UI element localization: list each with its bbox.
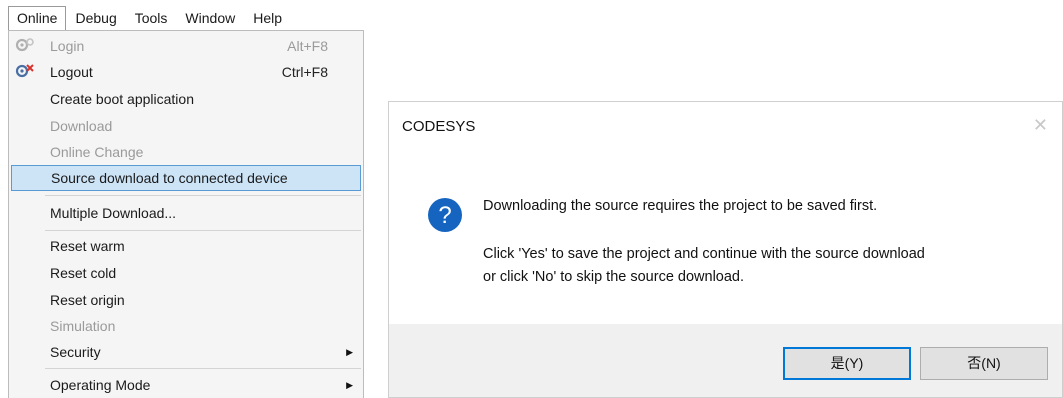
menu-item-source-download[interactable]: Source download to connected device — [11, 165, 361, 191]
menu-item-label: Operating Mode — [50, 377, 151, 393]
menu-item-logout[interactable]: Logout Ctrl+F8 — [9, 59, 363, 85]
menu-help[interactable]: Help — [244, 6, 291, 30]
close-icon[interactable]: ✕ — [1033, 116, 1048, 134]
question-icon: ? — [428, 198, 462, 232]
menu-item-label: Security — [50, 344, 101, 360]
menu-item-multiple-download[interactable]: Multiple Download... — [9, 200, 363, 226]
dialog-message-line-2: Click 'Yes' to save the project and cont… — [483, 246, 925, 262]
menu-item-label: Multiple Download... — [50, 205, 177, 221]
menu-item-label: Download — [50, 118, 113, 134]
menu-separator — [45, 368, 361, 369]
menu-item-shortcut: Alt+F8 — [287, 38, 328, 54]
menu-item-label: Reset origin — [50, 292, 125, 308]
menu-window[interactable]: Window — [176, 6, 244, 30]
menu-item-login[interactable]: Login Alt+F8 — [9, 33, 363, 59]
svg-text:?: ? — [438, 202, 451, 229]
menu-item-reset-origin[interactable]: Reset origin — [9, 287, 363, 313]
menu-separator — [45, 230, 361, 231]
menu-item-shortcut: Ctrl+F8 — [281, 64, 328, 80]
dialog-button-bar: 是(Y) 否(N) — [389, 324, 1062, 397]
submenu-arrow-icon: ▶ — [346, 380, 353, 390]
dialog-message-line-1: Downloading the source requires the proj… — [483, 198, 878, 214]
menu-item-security[interactable]: Security ▶ — [9, 339, 363, 365]
menu-item-label: Simulation — [50, 318, 116, 334]
menu-item-label: Online Change — [50, 144, 144, 160]
menu-item-operating-mode[interactable]: Operating Mode ▶ — [9, 372, 363, 398]
submenu-arrow-icon: ▶ — [346, 347, 353, 357]
menu-item-create-boot-application[interactable]: Create boot application — [9, 86, 363, 112]
menu-bar: Online Debug Tools Window Help — [8, 6, 366, 30]
codesys-dialog: CODESYS ✕ ? Downloading the source requi… — [388, 101, 1063, 398]
menu-item-label: Reset warm — [50, 238, 125, 254]
menu-item-reset-cold[interactable]: Reset cold — [9, 260, 363, 286]
yes-button[interactable]: 是(Y) — [783, 347, 911, 380]
menu-item-download[interactable]: Download — [9, 113, 363, 139]
menu-item-label: Create boot application — [50, 91, 194, 107]
menu-item-label: Login — [50, 38, 85, 54]
menu-debug[interactable]: Debug — [66, 6, 125, 30]
menu-separator — [45, 195, 361, 196]
dialog-message-line-3: or click 'No' to skip the source downloa… — [483, 269, 745, 285]
menu-online[interactable]: Online — [8, 6, 67, 30]
no-button[interactable]: 否(N) — [920, 347, 1048, 380]
menu-item-online-change[interactable]: Online Change — [9, 139, 363, 165]
online-dropdown-menu: Login Alt+F8 Logout Ctrl+F8 Create boot … — [8, 30, 364, 398]
menu-area: Online Debug Tools Window Help Login Alt… — [0, 0, 370, 398]
menu-item-label: Logout — [50, 64, 93, 80]
menu-tools[interactable]: Tools — [126, 6, 177, 30]
menu-item-reset-warm[interactable]: Reset warm — [9, 233, 363, 259]
menu-item-simulation[interactable]: Simulation — [9, 313, 363, 339]
menu-item-label: Reset cold — [50, 265, 117, 281]
login-icon — [15, 38, 34, 52]
logout-icon — [15, 64, 34, 78]
dialog-title: CODESYS — [402, 118, 476, 135]
menu-item-label: Source download to connected device — [51, 170, 288, 186]
